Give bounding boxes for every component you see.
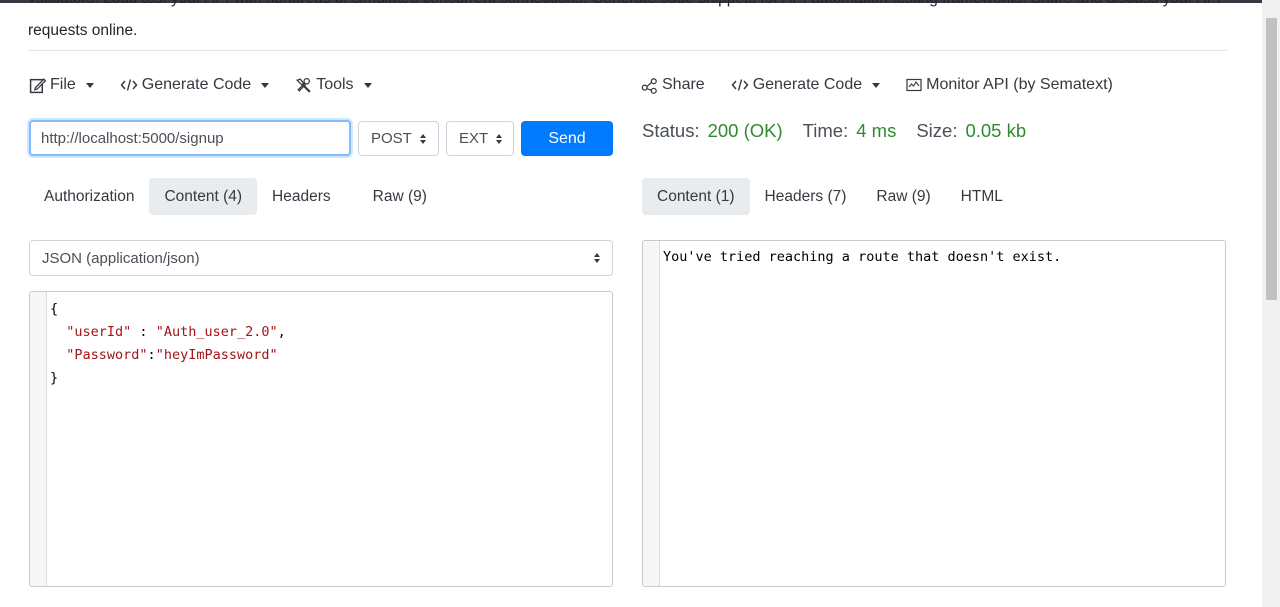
share-label: Share bbox=[662, 76, 705, 93]
divider bbox=[28, 50, 1227, 51]
tools-icon bbox=[295, 77, 312, 94]
monitor-api-link[interactable]: Monitor API (by Sematext) bbox=[906, 76, 1113, 94]
generate-code-label: Generate Code bbox=[141, 76, 252, 93]
monitor-api-label: Monitor API (by Sematext) bbox=[926, 76, 1113, 93]
response-body-viewer[interactable]: You've tried reaching a route that doesn… bbox=[642, 240, 1226, 587]
response-menu-bar: Share Generate Code Monitor API (by Sema… bbox=[641, 72, 1139, 98]
json-value-userid: "Auth_user_2.0" bbox=[155, 324, 278, 340]
response-tabs: Content (1) Headers (7) Raw (9) HTML bbox=[642, 178, 1018, 215]
tools-label: Tools bbox=[316, 76, 354, 93]
share-menu[interactable]: Share bbox=[641, 76, 705, 94]
code-brace-open: { bbox=[50, 301, 59, 317]
size-label: Size: bbox=[916, 120, 958, 141]
tab-response-headers[interactable]: Headers (7) bbox=[750, 178, 862, 215]
editor-gutter bbox=[30, 292, 47, 586]
url-input[interactable] bbox=[29, 120, 351, 156]
status-label: Status: bbox=[642, 120, 700, 141]
scrollbar-thumb[interactable] bbox=[1266, 18, 1277, 300]
request-tabs: Authorization Content (4) Headers Raw (9… bbox=[29, 178, 442, 215]
request-menu-bar: File Generate Code Tools bbox=[29, 72, 398, 98]
code-icon bbox=[731, 78, 749, 92]
ext-select[interactable]: EXT bbox=[446, 121, 514, 156]
json-key-userid: "userId" bbox=[66, 324, 132, 340]
size-value: 0.05 kb bbox=[965, 120, 1027, 141]
tab-response-html[interactable]: HTML bbox=[946, 178, 1018, 215]
generate-code-menu[interactable]: Generate Code bbox=[120, 76, 270, 94]
chevron-down-icon bbox=[872, 82, 881, 88]
tab-headers[interactable]: Headers bbox=[257, 178, 346, 215]
select-arrows-icon bbox=[420, 133, 426, 144]
request-body-code[interactable]: { "userId" : "Auth_user_2.0", "Password"… bbox=[50, 298, 286, 390]
monitor-icon bbox=[906, 78, 922, 92]
chevron-down-icon bbox=[363, 82, 372, 88]
json-sep: : bbox=[131, 324, 156, 340]
method-select[interactable]: POST bbox=[358, 121, 439, 156]
tab-authorization[interactable]: Authorization bbox=[29, 178, 149, 215]
file-menu-label: File bbox=[50, 76, 76, 93]
select-arrows-icon bbox=[496, 133, 503, 144]
description-line-1: validators. Load test your API with hund… bbox=[28, 0, 1221, 10]
ext-value: EXT bbox=[459, 130, 489, 147]
json-comma: , bbox=[277, 324, 286, 340]
json-value-password: "heyImPassword" bbox=[155, 347, 278, 363]
method-value: POST bbox=[371, 130, 412, 147]
select-arrows-icon bbox=[594, 253, 600, 263]
page-scrollbar[interactable] bbox=[1262, 0, 1280, 607]
code-icon bbox=[120, 78, 138, 92]
chevron-down-icon bbox=[85, 82, 94, 88]
send-button[interactable]: Send bbox=[521, 121, 613, 156]
chevron-down-icon bbox=[261, 82, 270, 88]
tools-menu[interactable]: Tools bbox=[295, 76, 372, 94]
file-menu[interactable]: File bbox=[29, 76, 94, 94]
tab-content[interactable]: Content (4) bbox=[149, 178, 258, 215]
generate-code-label: Generate Code bbox=[752, 76, 863, 93]
time-label: Time: bbox=[802, 120, 849, 141]
status-value: 200 (OK) bbox=[707, 120, 783, 141]
time-value: 4 ms bbox=[856, 120, 897, 141]
editor-gutter bbox=[643, 241, 660, 586]
response-generate-code-menu[interactable]: Generate Code bbox=[731, 76, 881, 94]
file-edit-icon bbox=[29, 77, 46, 94]
json-key-password: "Password" bbox=[66, 347, 148, 363]
content-type-select[interactable]: JSON (application/json) bbox=[29, 240, 613, 276]
tab-response-content[interactable]: Content (1) bbox=[642, 178, 750, 215]
request-body-editor[interactable]: { "userId" : "Auth_user_2.0", "Password"… bbox=[29, 291, 613, 587]
json-sep: : bbox=[147, 347, 156, 363]
response-body-text: You've tried reaching a route that doesn… bbox=[663, 249, 1062, 265]
tab-response-raw[interactable]: Raw (9) bbox=[861, 178, 945, 215]
response-status-bar: Status: 200 (OK) Time: 4 ms Size: 0.05 k… bbox=[642, 120, 1046, 146]
description-line-2: requests online. bbox=[28, 22, 138, 39]
tab-raw[interactable]: Raw (9) bbox=[358, 178, 442, 215]
content-type-value: JSON (application/json) bbox=[42, 249, 200, 267]
share-icon bbox=[641, 77, 658, 94]
code-brace-close: } bbox=[50, 370, 59, 386]
